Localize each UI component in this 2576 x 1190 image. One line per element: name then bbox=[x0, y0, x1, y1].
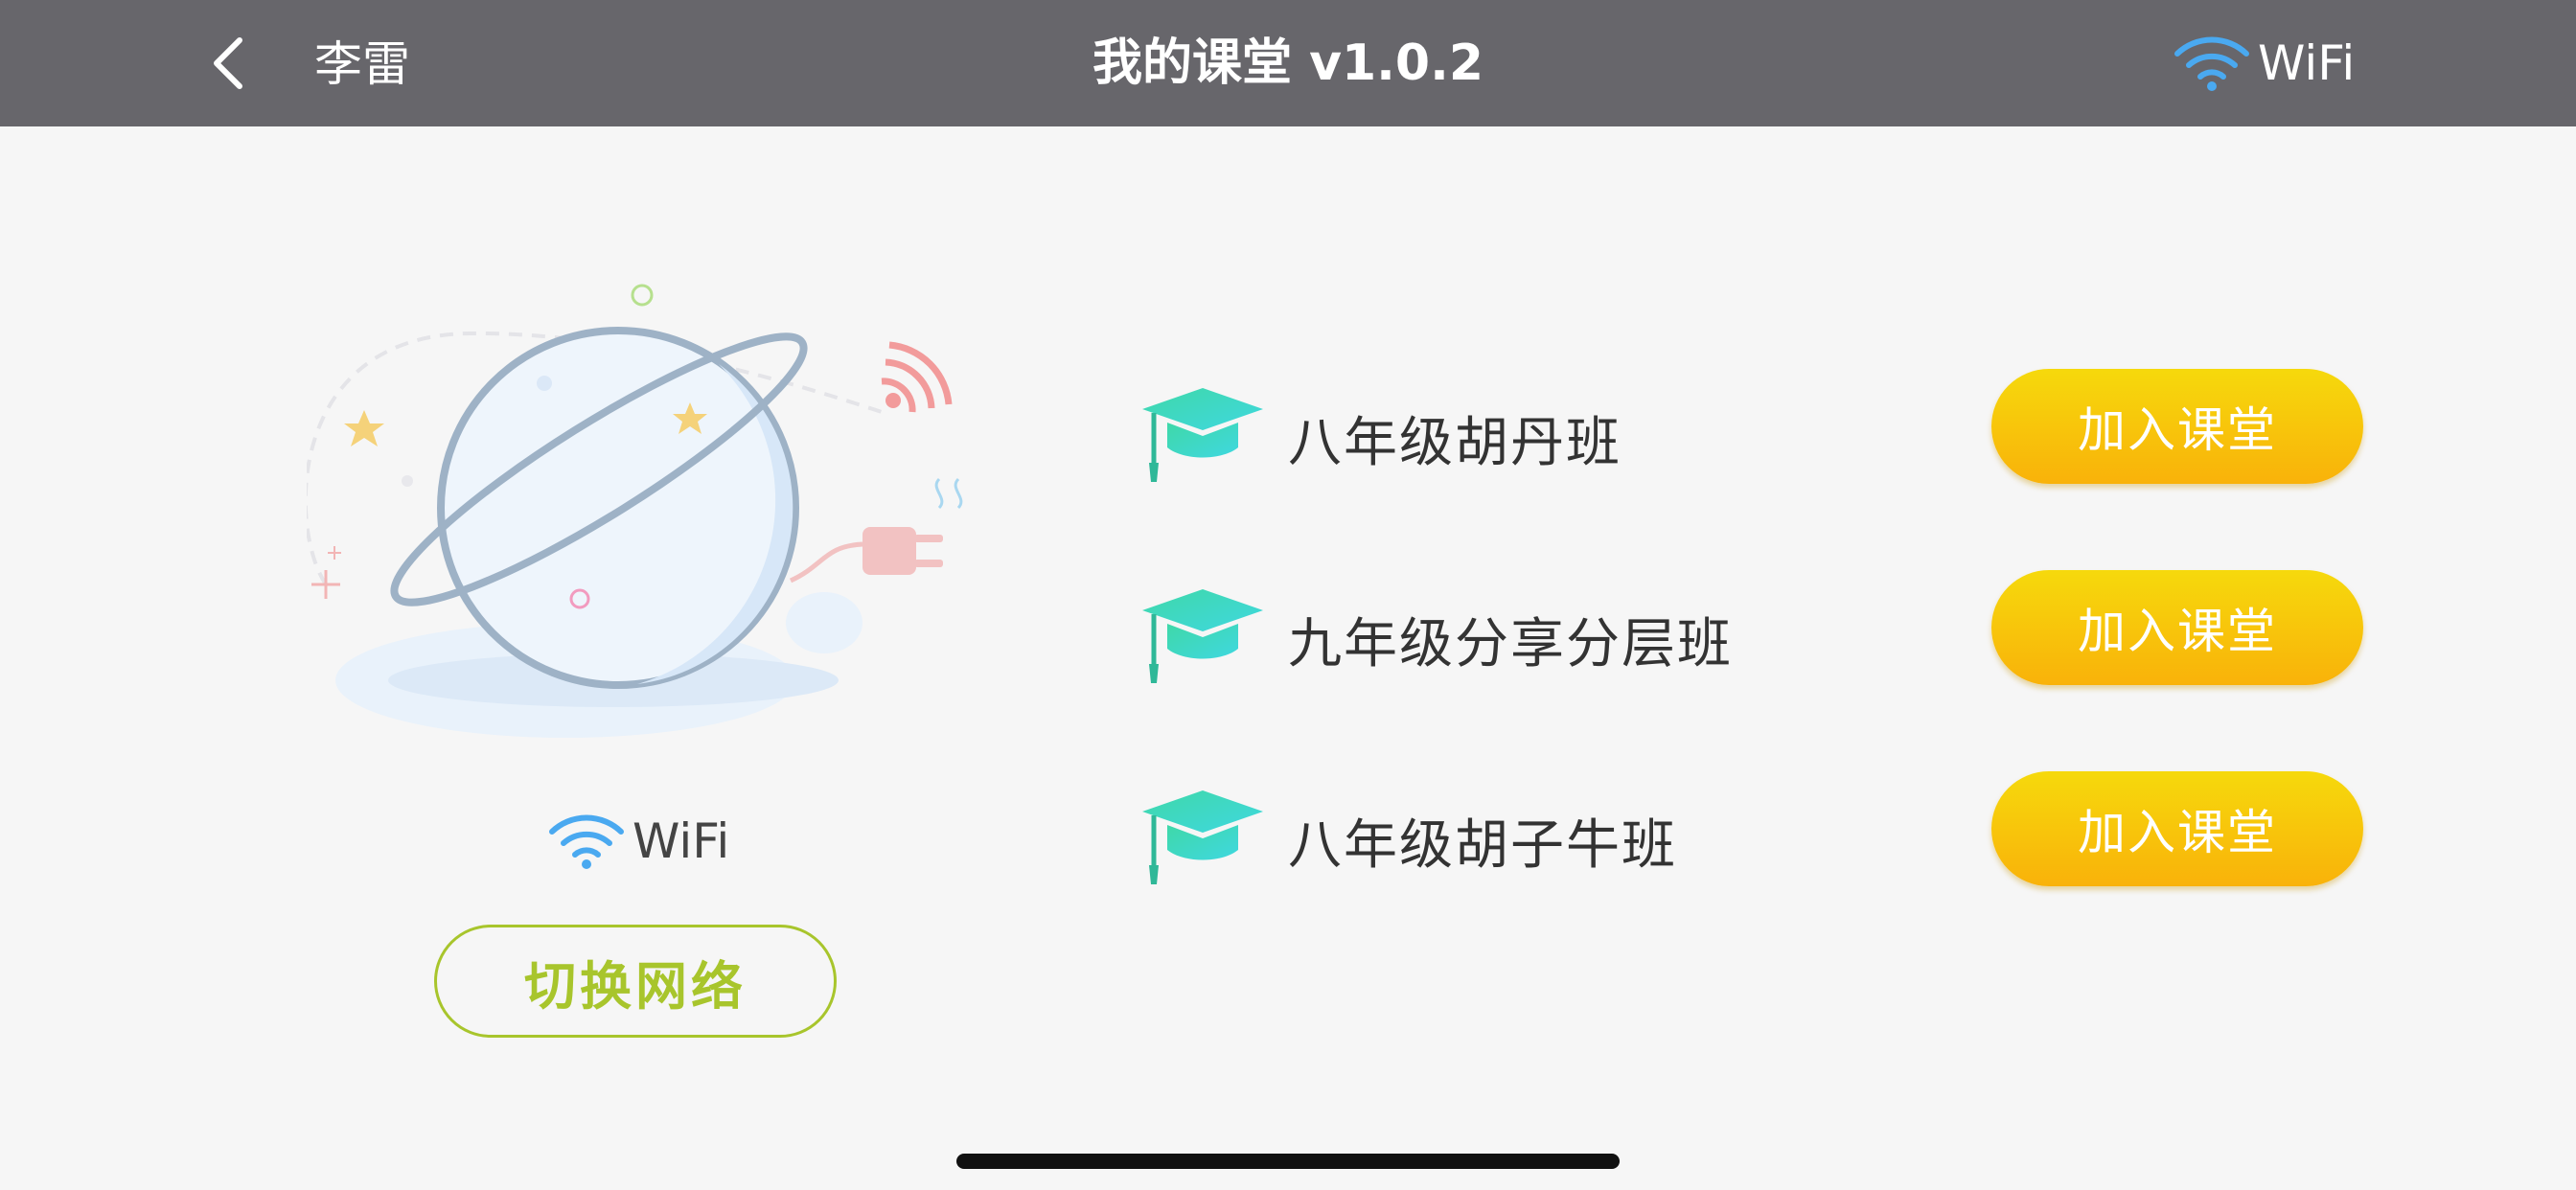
class-name: 八年级胡子牛班 bbox=[1288, 814, 1677, 877]
back-button[interactable] bbox=[199, 34, 257, 92]
user-name: 李雷 bbox=[314, 36, 410, 92]
join-class-button[interactable]: 加入课堂 bbox=[1991, 369, 2363, 484]
planet-disconnected-illustration bbox=[307, 284, 963, 738]
join-class-button[interactable]: 加入课堂 bbox=[1991, 771, 2363, 886]
join-class-button[interactable]: 加入课堂 bbox=[1991, 570, 2363, 685]
class-row-1: 八年级胡丹班 加入课堂 bbox=[1140, 369, 2367, 503]
chevron-left-icon bbox=[214, 37, 242, 89]
home-indicator[interactable] bbox=[956, 1154, 1620, 1169]
wifi-icon bbox=[549, 814, 624, 869]
class-row-3: 八年级胡子牛班 加入课堂 bbox=[1140, 771, 2367, 905]
class-name: 八年级胡丹班 bbox=[1288, 412, 1622, 474]
switch-network-button[interactable]: 切换网络 bbox=[434, 925, 837, 1038]
graduation-cap-icon bbox=[1142, 589, 1263, 683]
graduation-cap-icon bbox=[1142, 388, 1263, 482]
wifi-icon bbox=[2174, 36, 2249, 91]
network-status: WiFi bbox=[546, 803, 729, 880]
top-bar: 李雷 我的课堂 v1.0.2 WiFi bbox=[0, 0, 2576, 126]
page: 李雷 我的课堂 v1.0.2 WiFi WiFi 切换网络 八年级胡丹班 加入课… bbox=[0, 0, 2576, 1190]
network-status-label: WiFi bbox=[632, 813, 730, 869]
header-wifi-label: WiFi bbox=[2258, 35, 2356, 91]
class-row-2: 九年级分享分层班 加入课堂 bbox=[1140, 570, 2367, 704]
class-name: 九年级分享分层班 bbox=[1288, 613, 1733, 675]
graduation-cap-icon bbox=[1142, 790, 1263, 884]
header-wifi-status: WiFi bbox=[2172, 29, 2355, 98]
